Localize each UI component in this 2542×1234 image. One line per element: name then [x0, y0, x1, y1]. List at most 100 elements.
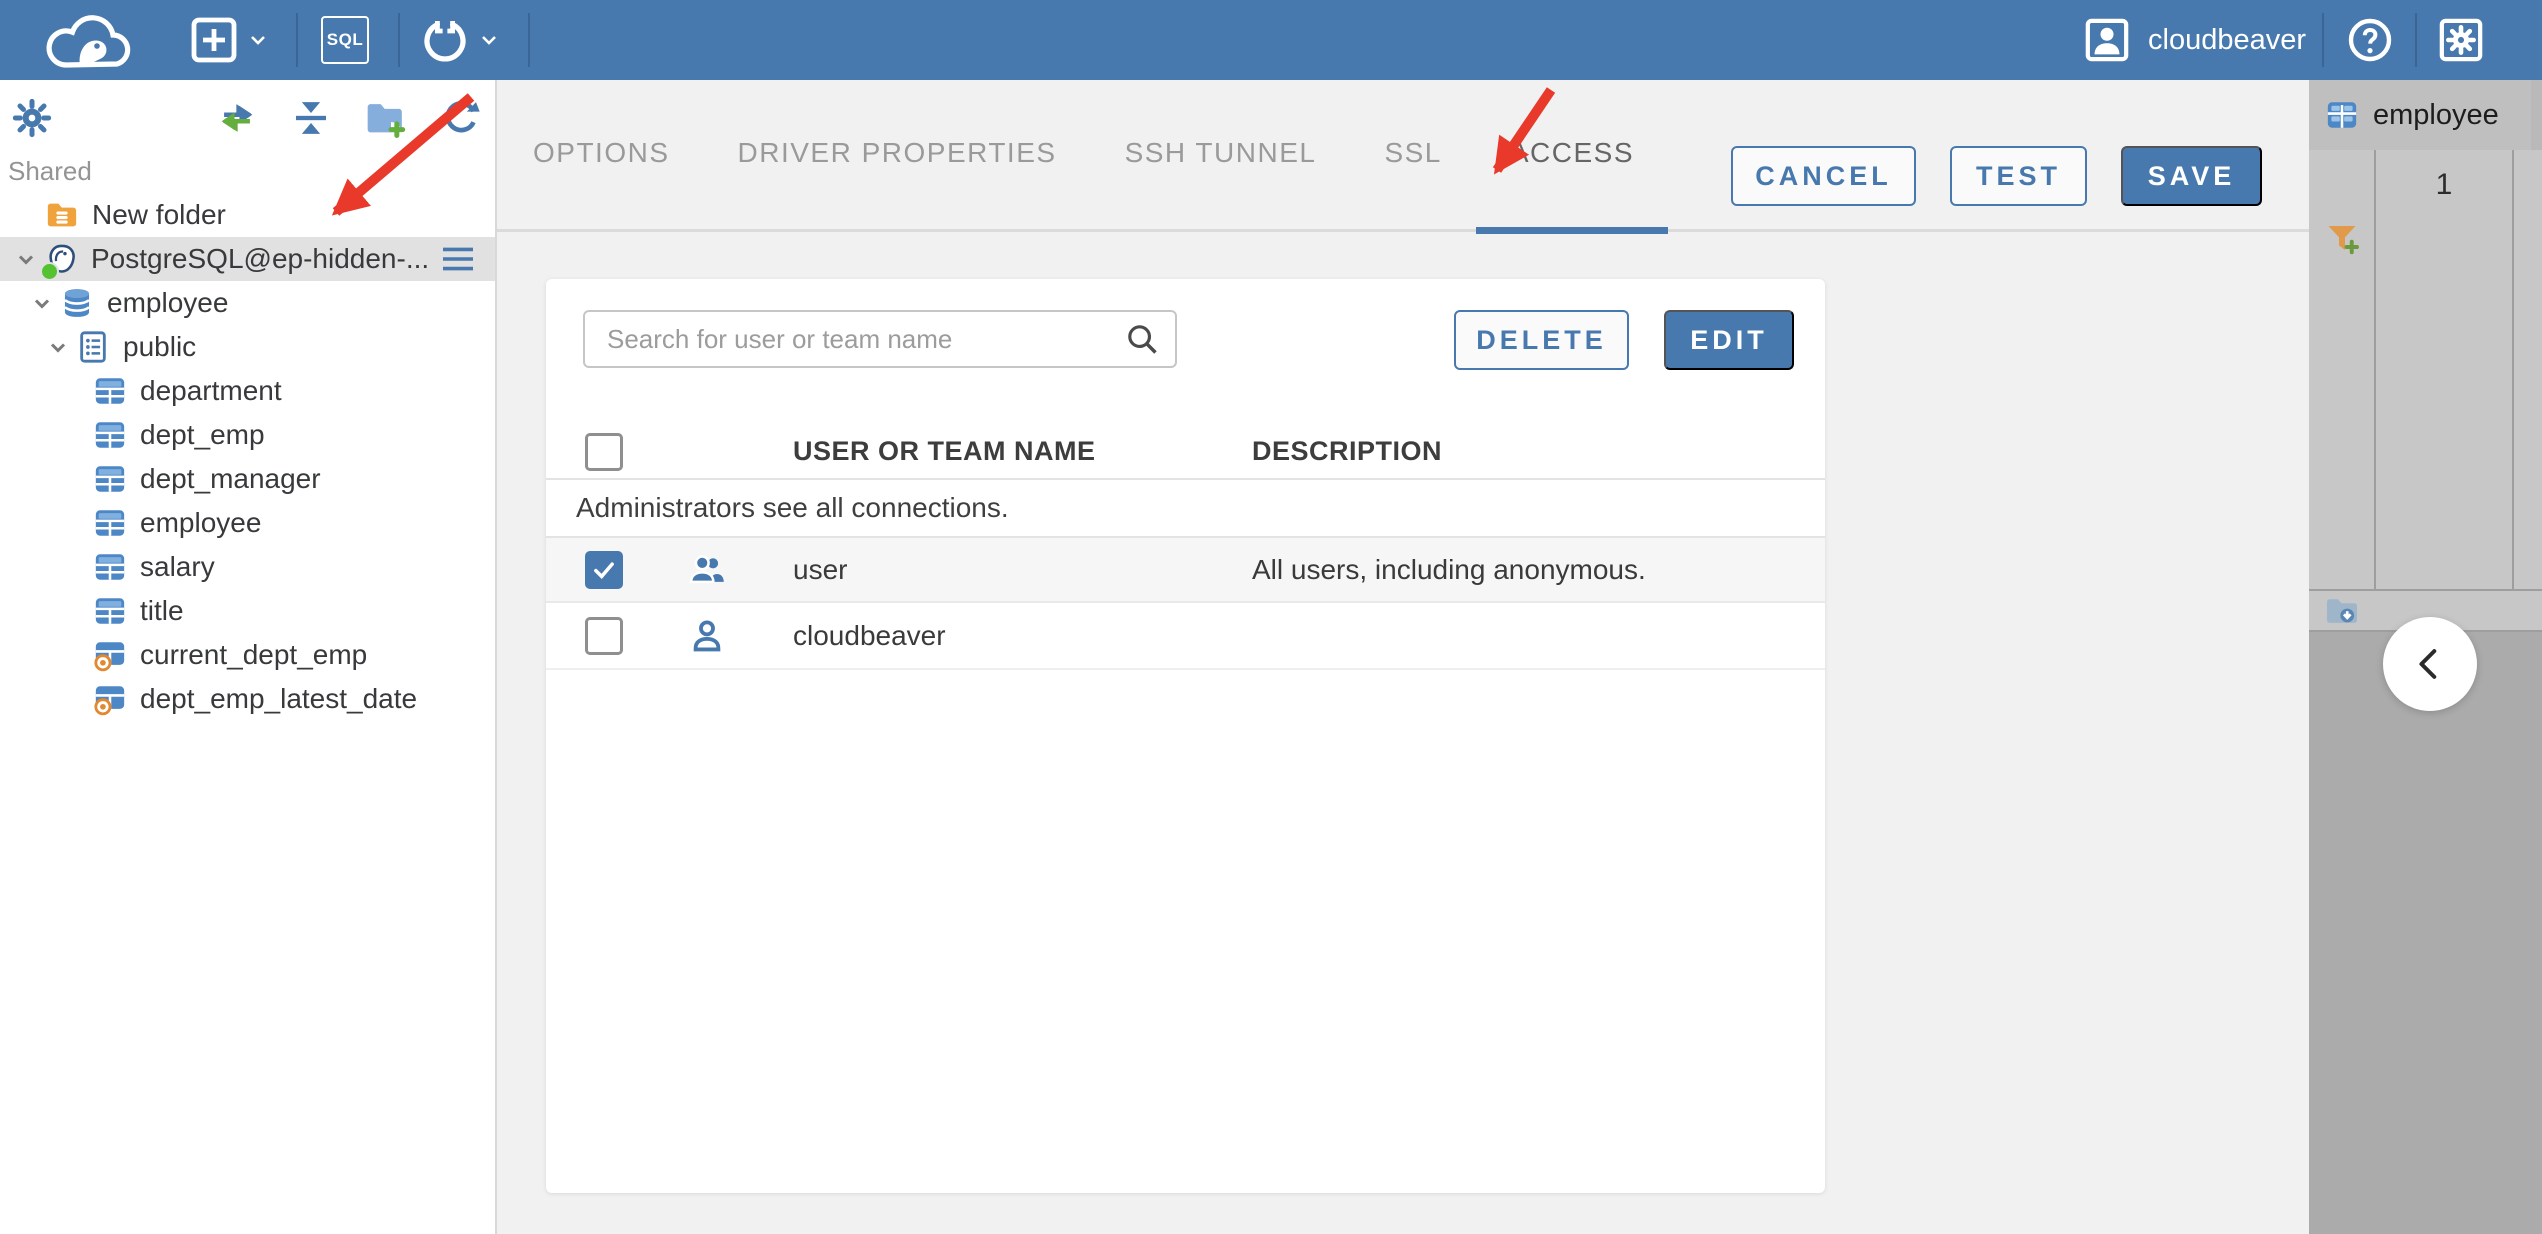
row-checkbox-checked[interactable] — [585, 550, 623, 589]
access-panel: DELETE EDIT USER OR TEAM NAME DESCRIPTIO… — [546, 279, 1825, 1193]
tree-item-table-dept_manager[interactable]: dept_manager — [0, 457, 495, 501]
add-filter-icon[interactable] — [2324, 220, 2360, 256]
chevron-down-icon[interactable] — [30, 291, 54, 315]
row-name: cloudbeaver — [793, 619, 946, 651]
dialog-actions: CANCEL TEST SAVE — [1731, 146, 2262, 206]
add-folder-icon[interactable] — [364, 98, 408, 138]
column-header-name: USER OR TEAM NAME — [793, 436, 1096, 466]
app-header: SQL cloudbeaver — [0, 0, 2542, 80]
tab-access[interactable]: ACCESS — [1475, 77, 1669, 234]
team-icon — [688, 551, 726, 589]
table-icon — [93, 550, 127, 584]
tree-item-label: employee — [140, 507, 262, 538]
table-icon — [93, 506, 127, 540]
tab-options[interactable]: OPTIONS — [499, 77, 704, 229]
chevron-down-icon[interactable] — [14, 247, 38, 271]
tree-item-label: public — [123, 331, 197, 362]
cloudbeaver-logo[interactable] — [38, 7, 138, 73]
connection-status-dot — [40, 262, 59, 281]
header-separator — [2415, 13, 2417, 67]
row-number-cell: 1 — [2435, 168, 2453, 201]
table-row-user[interactable]: user All users, including anonymous. — [546, 538, 1825, 603]
sidebar-toolbar — [0, 80, 495, 142]
header-separator — [296, 13, 298, 67]
tree-item-table-dept_emp[interactable]: dept_emp — [0, 413, 495, 457]
edit-button[interactable]: EDIT — [1664, 310, 1794, 370]
sidebar-section-label: Shared — [8, 156, 92, 186]
tree-item-label: title — [140, 595, 184, 626]
tree-item-label: employee — [107, 287, 229, 318]
save-button[interactable]: SAVE — [2121, 146, 2262, 206]
row-name: user — [793, 553, 848, 585]
select-all-checkbox[interactable] — [585, 432, 623, 471]
tree-item-label: department — [140, 375, 282, 406]
tree-item-table-employee[interactable]: employee — [0, 501, 495, 545]
user-avatar-icon — [2084, 17, 2130, 63]
save-results-icon[interactable] — [2324, 593, 2360, 629]
header-separator — [528, 13, 530, 67]
row-description: All users, including anonymous. — [1252, 553, 1646, 585]
view-icon — [93, 682, 127, 716]
settings-gear-icon — [2439, 18, 2483, 62]
table-row-cloudbeaver[interactable]: cloudbeaver — [546, 603, 1825, 670]
table-icon — [2325, 98, 2359, 132]
gear-icon[interactable] — [12, 98, 52, 138]
header-separator — [2322, 13, 2324, 67]
column-header-description: DESCRIPTION — [1252, 436, 1443, 466]
folder-database-icon — [45, 198, 79, 232]
tree-item-view-dept_emp_latest_date[interactable]: dept_emp_latest_date — [0, 677, 495, 721]
driver-manager-button[interactable] — [421, 16, 501, 64]
row-menu-icon[interactable] — [441, 244, 475, 274]
tree-item-label: New folder — [92, 199, 226, 230]
result-panel-collapsed: 1 employee — [2309, 80, 2542, 1234]
admin-notice-text: Administrators see all connections. — [576, 492, 1009, 523]
result-tab-employee[interactable]: employee — [2309, 80, 2531, 150]
tree-item-table-salary[interactable]: salary — [0, 545, 495, 589]
navigation-sidebar: Shared New folder PostgreSQL@ep-hidden-.… — [0, 80, 497, 1234]
test-button[interactable]: TEST — [1950, 146, 2087, 206]
database-icon — [60, 286, 94, 320]
tree-item-postgresql-connection[interactable]: PostgreSQL@ep-hidden-... — [0, 237, 495, 281]
tree-item-label: PostgreSQL@ep-hidden-... — [91, 243, 430, 274]
chevron-down-icon[interactable] — [46, 335, 70, 359]
search-input[interactable] — [585, 323, 1123, 355]
settings-button[interactable] — [2438, 17, 2484, 63]
sql-editor-button[interactable]: SQL — [321, 16, 369, 64]
access-table-header: USER OR TEAM NAME DESCRIPTION — [546, 425, 1825, 480]
cancel-button[interactable]: CANCEL — [1731, 146, 1916, 206]
new-connection-button[interactable] — [190, 16, 270, 64]
result-tab-strip: employee — [2309, 80, 2542, 150]
result-grid-area — [2309, 150, 2542, 589]
tab-driver-properties[interactable]: DRIVER PROPERTIES — [704, 77, 1091, 229]
tree-item-view-current_dept_emp[interactable]: current_dept_emp — [0, 633, 495, 677]
help-button[interactable] — [2346, 16, 2394, 64]
delete-button[interactable]: DELETE — [1454, 310, 1629, 370]
tree-item-schema-public[interactable]: public — [0, 325, 495, 369]
grid-divider — [2374, 150, 2376, 589]
chevron-down-icon — [477, 28, 501, 52]
expand-panel-button[interactable] — [2383, 617, 2477, 711]
tree-item-new-folder[interactable]: New folder — [0, 193, 495, 237]
tree-item-table-title[interactable]: title — [0, 589, 495, 633]
sync-arrows-icon[interactable] — [216, 98, 258, 138]
tree-item-table-department[interactable]: department — [0, 369, 495, 413]
user-menu-button[interactable]: cloudbeaver — [2084, 17, 2306, 63]
user-name-label: cloudbeaver — [2148, 23, 2306, 56]
person-icon — [688, 617, 726, 655]
row-checkbox-unchecked[interactable] — [585, 616, 623, 655]
chevron-left-icon — [2419, 649, 2437, 679]
collapse-all-icon[interactable] — [291, 98, 331, 138]
admin-notice-row: Administrators see all connections. — [546, 480, 1825, 538]
refresh-icon[interactable] — [441, 98, 481, 138]
table-icon — [93, 462, 127, 496]
header-separator — [398, 13, 400, 67]
tab-ssl[interactable]: SSL — [1350, 77, 1475, 229]
chevron-down-icon — [246, 28, 270, 52]
tree-item-label: dept_emp — [140, 419, 265, 450]
plus-square-icon — [190, 16, 238, 64]
tree-item-database-employee[interactable]: employee — [0, 281, 495, 325]
search-icon[interactable] — [1123, 320, 1161, 358]
grid-divider — [2512, 150, 2514, 589]
tree-item-label: current_dept_emp — [140, 639, 368, 670]
tab-ssh-tunnel[interactable]: SSH TUNNEL — [1091, 77, 1351, 229]
